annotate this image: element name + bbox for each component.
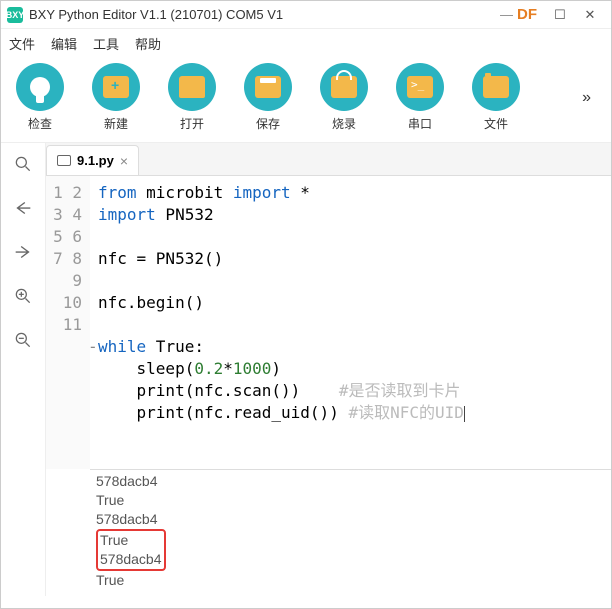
open-folder-icon: [179, 76, 205, 98]
redo-icon[interactable]: [12, 241, 34, 263]
window-title: BXY Python Editor V1.1 (210701) COM5 V1: [29, 7, 500, 22]
text-caret: [464, 406, 465, 422]
menu-edit[interactable]: 编辑: [51, 34, 77, 53]
line-gutter: 1 2 3 4 5 6 7 8 9 10 11: [46, 176, 90, 469]
toolbar-file[interactable]: 文件: [467, 63, 525, 132]
maximize-button[interactable]: ☐: [545, 4, 575, 26]
title-bar: BXY BXY Python Editor V1.1 (210701) COM5…: [1, 1, 611, 29]
monitor-icon: [57, 155, 71, 166]
toolbar-open[interactable]: 打开: [163, 63, 221, 132]
new-file-icon: [103, 76, 129, 98]
editor-area: 9.1.py × 1 2 3 4 5 6 7 8 9 10 11 from mi…: [45, 143, 611, 596]
main-area: 9.1.py × 1 2 3 4 5 6 7 8 9 10 11 from mi…: [1, 143, 611, 596]
upload-icon: [331, 76, 357, 98]
zoom-out-icon[interactable]: [12, 329, 34, 351]
console-line: True: [96, 491, 605, 510]
code-content[interactable]: from microbit import * import PN532 nfc …: [90, 176, 611, 469]
console-line: True: [100, 531, 162, 550]
app-icon: BXY: [7, 7, 23, 23]
fold-marker[interactable]: -: [88, 336, 98, 358]
console-output[interactable]: 578dacb4 True 578dacb4 True 578dacb4 Tru…: [90, 469, 611, 596]
toolbar-more[interactable]: »: [572, 89, 601, 107]
toolbar-save[interactable]: 保存: [239, 63, 297, 132]
minimize-button[interactable]: —: [500, 7, 513, 22]
save-icon: [255, 76, 281, 98]
toolbar-new[interactable]: 新建: [87, 63, 145, 132]
zoom-in-icon[interactable]: [12, 285, 34, 307]
search-icon[interactable]: [12, 153, 34, 175]
menu-bar: 文件 编辑 工具 帮助: [1, 29, 611, 57]
menu-tool[interactable]: 工具: [93, 34, 119, 53]
tab-title: 9.1.py: [77, 153, 114, 168]
left-sidebar: [1, 143, 45, 596]
toolbar-serial[interactable]: 串口: [391, 63, 449, 132]
toolbar: 检查 新建 打开 保存 烧录 串口 文件 »: [1, 57, 611, 143]
highlight-box: True 578dacb4: [96, 529, 166, 571]
tab-close-button[interactable]: ×: [120, 153, 128, 169]
tab-active[interactable]: 9.1.py ×: [46, 145, 139, 175]
thumbs-up-icon: [30, 77, 50, 97]
console-line: 578dacb4: [96, 472, 605, 491]
menu-file[interactable]: 文件: [9, 34, 35, 53]
code-editor[interactable]: 1 2 3 4 5 6 7 8 9 10 11 from microbit im…: [46, 175, 611, 469]
terminal-icon: [407, 76, 433, 98]
undo-icon[interactable]: [12, 197, 34, 219]
folder-icon: [483, 76, 509, 98]
close-button[interactable]: ✕: [575, 4, 605, 26]
console-line: 578dacb4: [96, 510, 605, 529]
df-logo: DF: [517, 6, 537, 23]
console-line: 578dacb4: [100, 550, 162, 569]
toolbar-burn[interactable]: 烧录: [315, 63, 373, 132]
menu-help[interactable]: 帮助: [135, 34, 161, 53]
console-line: True: [96, 571, 605, 590]
toolbar-check[interactable]: 检查: [11, 63, 69, 132]
tab-bar: 9.1.py ×: [46, 143, 611, 175]
